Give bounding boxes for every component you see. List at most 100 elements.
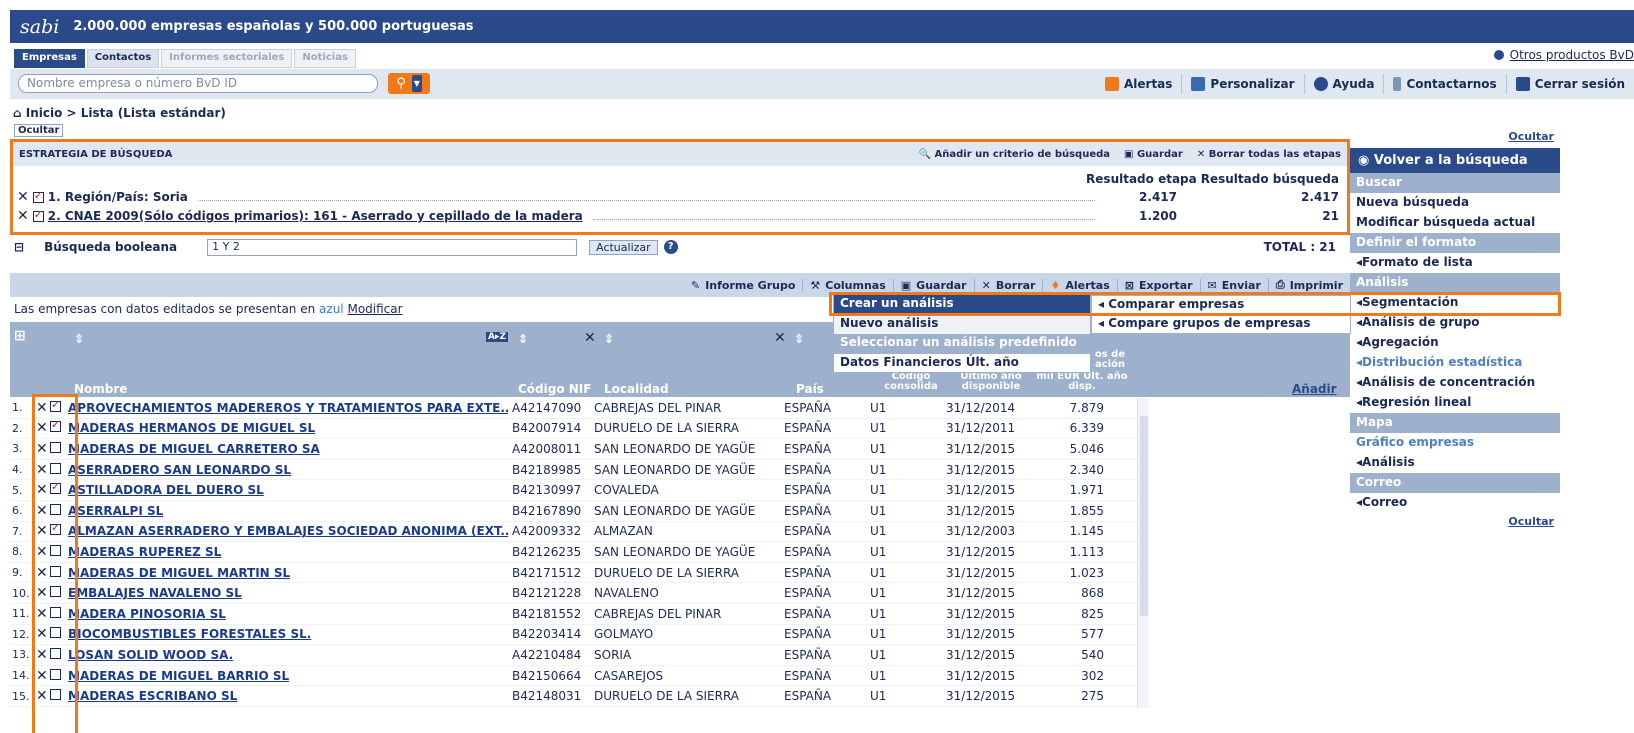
sidebar-item[interactable]: ◂Análisis de grupo [1350, 313, 1560, 333]
sidebar-item[interactable]: ◂Análisis [1350, 453, 1560, 473]
step-label[interactable]: 1. Región/País: Soria [48, 190, 188, 204]
table-row[interactable]: 5.✕ASTILLADORA DEL DUERO SLB42130997COVA… [10, 480, 1145, 501]
step-checkbox[interactable] [32, 208, 44, 222]
help-icon[interactable]: ? [663, 240, 678, 254]
tab-informes-sectoriales[interactable]: Informes sectoriales [161, 49, 293, 68]
tab-contactos[interactable]: Contactos [86, 49, 160, 68]
table-row[interactable]: 8. ✕ MADERAS RUPEREZ SL B42126235 SAN LEONAR… [10, 542, 1145, 563]
sort-icon[interactable]: ⇕ [794, 332, 804, 346]
company-name-link[interactable]: ASTILLADORA DEL DUERO SL [68, 483, 508, 497]
table-row[interactable]: 13. ✕ LOSAN SOLID WOOD SA. A42210484 SORIA ES… [10, 645, 1145, 666]
delete-all-steps-button[interactable]: ✕ Borrar todas las etapas [1197, 149, 1341, 160]
company-search-input[interactable]: Nombre empresa o número BvD ID [18, 74, 378, 93]
ocultar-toggle-bottom[interactable]: Ocultar [1508, 515, 1554, 528]
col-pais[interactable]: País [796, 382, 824, 396]
col-nombre[interactable]: Nombre [74, 382, 127, 396]
col-nif[interactable]: Código NIF [518, 382, 591, 396]
menu-analisis-predefinido[interactable]: Seleccionar un análisis predefinido [833, 334, 1091, 354]
borrar-button[interactable]: ✕ Borrar [973, 278, 1043, 292]
submenu-compare-grupos[interactable]: ◂ Compare grupos de empresas [1091, 314, 1351, 334]
company-name-link[interactable]: MADERA PINOSORIA SL [68, 607, 508, 621]
ocultar-toggle-right[interactable]: Ocultar [1508, 130, 1554, 143]
otros-productos-link[interactable]: Otros productos BvD [1493, 48, 1634, 62]
remove-column-icon[interactable]: ✕ [584, 330, 596, 346]
company-name-link[interactable]: ALMAZAN ASERRADERO Y EMBALAJES SOCIEDAD … [68, 524, 508, 538]
boolean-input[interactable]: 1 Y 2 [207, 238, 578, 256]
table-row[interactable]: 4. ✕ ASERRADERO SAN LEONARDO SL B42189985 SA… [10, 460, 1145, 481]
company-name-link[interactable]: ASERRALPI SL [68, 504, 508, 518]
sort-icon[interactable]: ⇕ [604, 332, 614, 346]
modificar-link[interactable]: Modificar [347, 302, 402, 316]
table-row[interactable]: 6. ✕ ASERRALPI SL B42167890 SAN LEONARDO DE … [10, 501, 1145, 522]
company-name-link[interactable]: MADERAS DE MIGUEL MARTIN SL [68, 566, 508, 580]
col-localidad[interactable]: Localidad [604, 382, 669, 396]
table-row[interactable]: 12. ✕ BIOCOMBUSTIBLES FORESTALES SL. B42203… [10, 625, 1145, 646]
ayuda-link[interactable]: Ayuda [1303, 74, 1384, 94]
enviar-button[interactable]: ✉ Enviar [1199, 278, 1268, 292]
remove-step-icon[interactable]: ✕ [17, 189, 29, 205]
list-scrollbar[interactable] [1137, 398, 1149, 708]
col-ingresos[interactable]: mil EUR Últ. año disp. [1032, 372, 1132, 392]
sidebar-item[interactable]: Modificar búsqueda actual [1350, 213, 1560, 233]
table-row[interactable]: 10. ✕ EMBALAJES NAVALENO SL B42121228 NAVALE… [10, 583, 1145, 604]
alertas-link[interactable]: Alertas [1096, 74, 1181, 94]
sidebar-item[interactable]: Nueva búsqueda [1350, 193, 1560, 213]
personalizar-link[interactable]: Personalizar [1181, 74, 1303, 94]
sort-icon[interactable]: ⇕ [518, 332, 528, 346]
step-label[interactable]: 2. CNAE 2009(Sólo códigos primarios): 16… [48, 209, 583, 223]
company-name-link[interactable]: EMBALAJES NAVALENO SL [68, 586, 508, 600]
sidebar-item[interactable]: ◂Formato de lista [1350, 253, 1560, 273]
search-button[interactable]: ⚲ ▼ [388, 73, 430, 94]
company-name-link[interactable]: ASERRADERO SAN LEONARDO SL [68, 463, 508, 477]
table-row[interactable]: 7.✕ALMAZAN ASERRADERO Y EMBALAJES SOCIED… [10, 521, 1145, 543]
company-name-link[interactable]: MADERAS DE MIGUEL BARRIO SL [68, 669, 508, 683]
ocultar-toggle-left[interactable]: Ocultar [14, 124, 64, 137]
step-checkbox[interactable] [32, 189, 44, 203]
company-name-link[interactable]: APROVECHAMIENTOS MADEREROS Y TRATAMIENTO… [68, 401, 508, 415]
tab-noticias[interactable]: Noticias [294, 49, 356, 68]
sidebar-item[interactable]: ◂Correo [1350, 493, 1560, 513]
volver-button[interactable]: ◉ Volver a la búsqueda [1350, 148, 1560, 173]
company-name-link[interactable]: BIOCOMBUSTIBLES FORESTALES SL. [68, 627, 508, 641]
col-codigo-consolida[interactable]: Código consolida [880, 372, 942, 392]
company-name-link[interactable]: MADERAS RUPEREZ SL [68, 545, 508, 559]
company-name-link[interactable]: LOSAN SOLID WOOD SA. [68, 648, 508, 662]
table-row[interactable]: 11. ✕ MADERA PINOSORIA SL B42181552 CABREJAS… [10, 604, 1145, 625]
tab-empresas[interactable]: Empresas [14, 49, 85, 68]
company-name-link[interactable]: MADERAS DE MIGUEL CARRETERO SA [68, 442, 508, 456]
table-row[interactable]: 1.✕APROVECHAMIENTOS MADEREROS Y TRATAMIE… [10, 398, 1145, 419]
company-name-link[interactable]: MADERAS HERMANOS DE MIGUEL SL [68, 421, 508, 435]
sidebar-item[interactable]: ◂Distribución estadística [1350, 353, 1560, 373]
home-icon[interactable]: ⌂ [13, 106, 22, 120]
chevron-down-icon[interactable]: ▼ [411, 75, 422, 92]
sort-icon[interactable]: ⇕ [74, 332, 84, 346]
exportar-button[interactable]: ⊠ Exportar [1116, 278, 1200, 292]
menu-datos-financieros[interactable]: Datos Financieros Últ. año [833, 353, 1091, 373]
sidebar-item[interactable]: ◂Análisis de concentración [1350, 373, 1560, 393]
contactarnos-link[interactable]: Contactarnos [1383, 74, 1505, 94]
table-row[interactable]: 9. ✕ MADERAS DE MIGUEL MARTIN SL B42171512 D… [10, 563, 1145, 584]
table-row[interactable]: 14. ✕ MADERAS DE MIGUEL BARRIO SL B42150664… [10, 666, 1145, 687]
sidebar-item[interactable]: ◂Agregación [1350, 333, 1560, 353]
columnas-button[interactable]: ⚒ Columnas [802, 278, 892, 292]
az-sort-icon[interactable]: A▸Z [486, 332, 509, 342]
col-ultimo-ano[interactable]: Último año disponible [954, 372, 1028, 392]
sidebar-item[interactable]: Gráfico empresas [1350, 433, 1560, 453]
select-all-icon[interactable]: ⊞ [14, 328, 26, 344]
table-row[interactable]: 3. ✕ MADERAS DE MIGUEL CARRETERO SA A420080… [10, 439, 1145, 460]
anadir-column-link[interactable]: Añadir [1292, 382, 1337, 396]
guardar-button[interactable]: ▣ Guardar [892, 278, 974, 292]
informe-grupo-button[interactable]: ✎ Informe Grupo [684, 279, 802, 292]
cerrar-sesion-link[interactable]: Cerrar sesión [1505, 74, 1634, 94]
table-row[interactable]: 2.✕MADERAS HERMANOS DE MIGUEL SLB4200791… [10, 418, 1145, 440]
remove-step-icon[interactable]: ✕ [17, 208, 29, 224]
remove-column-icon[interactable]: ✕ [774, 330, 786, 346]
add-criterion-button[interactable]: 🔍 Añadir un criterio de búsqueda [919, 149, 1110, 160]
update-button[interactable]: Actualizar [589, 239, 658, 255]
company-name-link[interactable]: MADERAS ESCRIBANO SL [68, 689, 508, 703]
imprimir-button[interactable]: ⎙ Imprimir [1267, 278, 1350, 292]
alertas-button[interactable]: ♦ Alertas [1042, 278, 1116, 292]
sidebar-item[interactable]: ◂Regresión lineal [1350, 393, 1560, 413]
save-strategy-button[interactable]: ▣ Guardar [1124, 149, 1183, 160]
scrollbar-thumb[interactable] [1140, 416, 1148, 616]
